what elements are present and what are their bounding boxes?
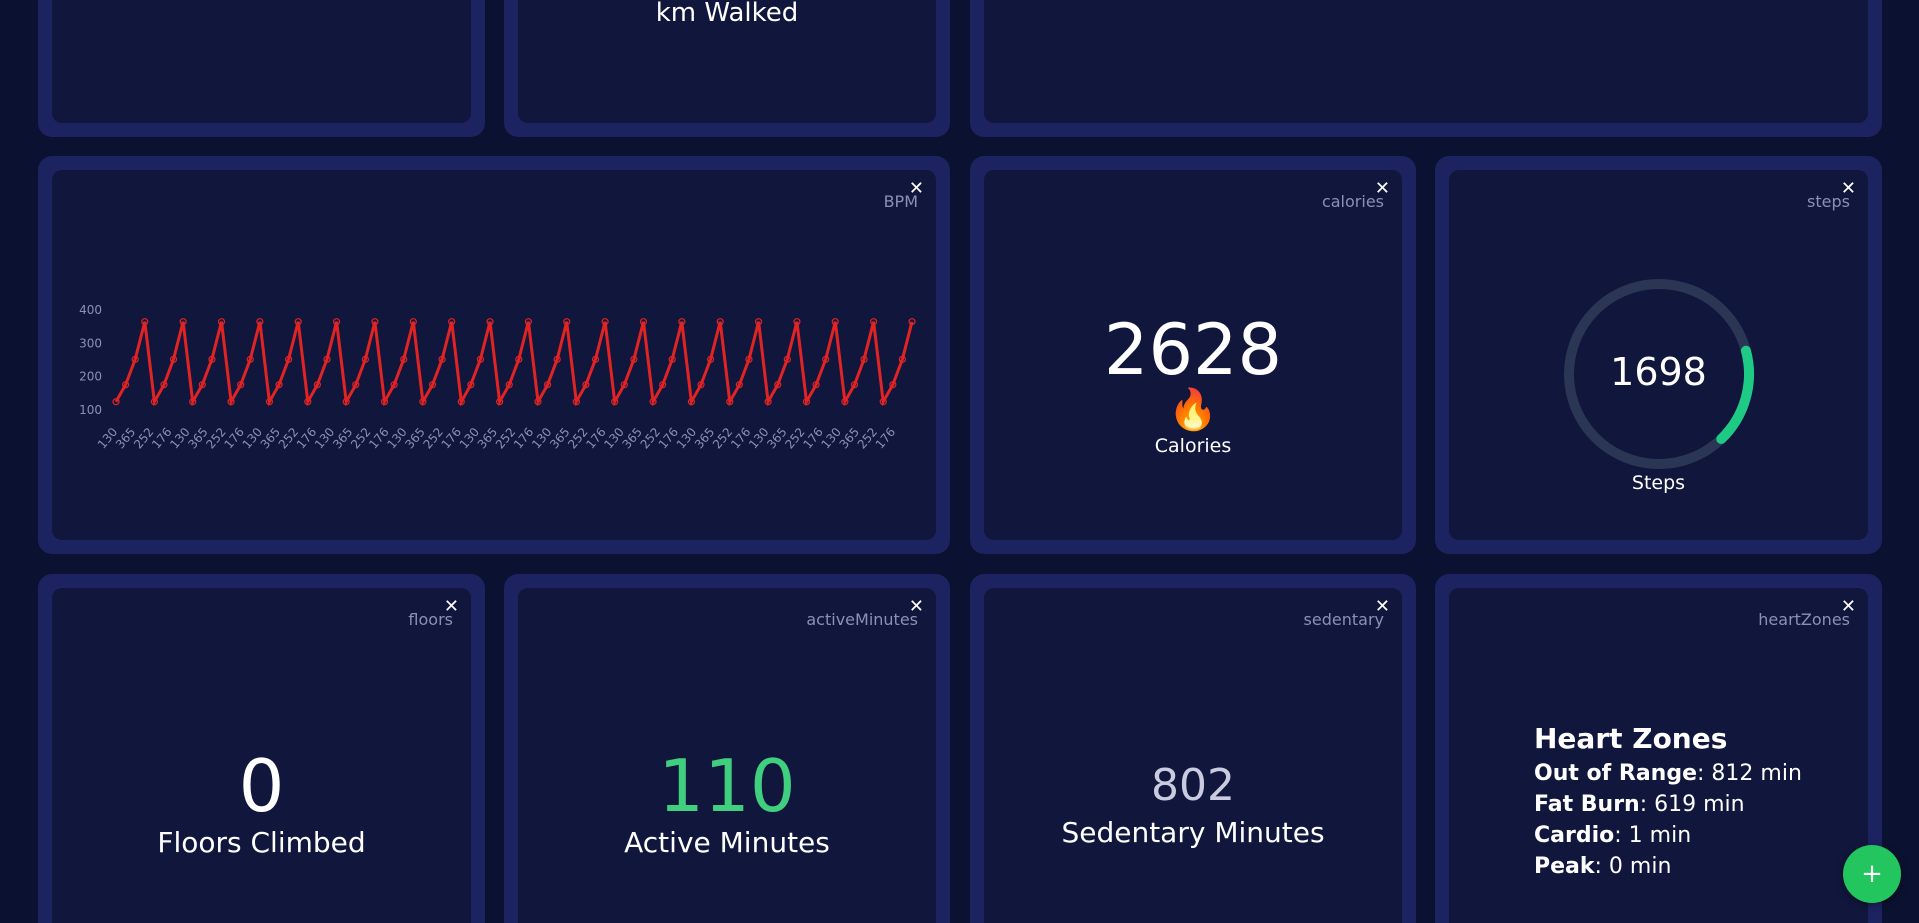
km-walked-label: km Walked (655, 0, 799, 28)
active-minutes-card: ✕ activeMinutes 110 Active Minutes (504, 574, 950, 923)
calories-card-inner: ✕ calories 2628 🔥 Calories (984, 170, 1402, 540)
top-card-1-inner (52, 0, 471, 123)
top-card-km: km Walked (504, 0, 950, 137)
zone-row: Fat Burn: 619 min (1534, 792, 1802, 817)
top-card-wide (970, 0, 1882, 137)
floors-label: Floors Climbed (157, 826, 366, 859)
zone-value: : 619 min (1639, 792, 1745, 817)
steps-card: ✕ steps 1698 Steps (1435, 156, 1882, 554)
zone-value: : 812 min (1697, 761, 1802, 786)
sedentary-card: ✕ sedentary 802 Sedentary Minutes (970, 574, 1416, 923)
calories-tag: calories (1321, 192, 1384, 211)
zone-name: Cardio (1534, 823, 1615, 848)
active-minutes-card-inner: ✕ activeMinutes 110 Active Minutes (518, 588, 936, 923)
zone-row: Out of Range: 812 min (1534, 761, 1802, 786)
bpm-series-line (114, 321, 914, 407)
steps-label: Steps (1631, 472, 1686, 494)
sedentary-tag: sedentary (1303, 610, 1384, 629)
bpm-card: ✕ BPM 100 200 300 400 130 365 252 176 130 365 252 1… (38, 156, 950, 554)
zone-row: Cardio: 1 min (1534, 823, 1802, 848)
calories-card: ✕ calories 2628 🔥 Calories (970, 156, 1416, 554)
x-tick-label: 176 (873, 425, 898, 452)
floors-card-inner: ✕ floors 0 Floors Climbed (52, 588, 471, 923)
steps-card-inner: ✕ steps 1698 Steps (1449, 170, 1868, 540)
zone-name: Out of Range (1534, 761, 1698, 786)
fire-icon: 🔥 (1168, 387, 1218, 433)
steps-value: 1698 (1610, 350, 1707, 394)
bpm-card-inner: ✕ BPM 100 200 300 400 130 365 252 176 130 365 252 1… (52, 170, 936, 540)
y-tick-label: 400 (79, 303, 102, 317)
sedentary-label: Sedentary Minutes (1061, 816, 1325, 849)
heart-zones-card: ✕ heartZones Heart Zones Out of Range: 8… (1435, 574, 1882, 923)
floors-value: 0 (238, 744, 285, 828)
zone-value: : 0 min (1594, 854, 1672, 879)
calories-label: Calories (1154, 435, 1232, 457)
heart-zones-card-inner: ✕ heartZones Heart Zones Out of Range: 8… (1449, 588, 1868, 923)
top-card-km-inner: km Walked (518, 0, 936, 123)
sedentary-card-inner: ✕ sedentary 802 Sedentary Minutes (984, 588, 1402, 923)
floors-card: ✕ floors 0 Floors Climbed (38, 574, 485, 923)
bpm-chart: 1002003004001303652521761303652521761303… (79, 303, 916, 452)
top-card-wide-inner (984, 0, 1868, 123)
active-minutes-tag: activeMinutes (806, 610, 918, 629)
y-tick-label: 300 (79, 336, 102, 350)
zone-row: Peak: 0 min (1534, 854, 1802, 879)
heart-zones-title: Heart Zones (1534, 722, 1728, 755)
heart-zones-tag: heartZones (1758, 610, 1850, 629)
heart-zones-list: Heart Zones Out of Range: 812 min Fat Bu… (1534, 722, 1802, 879)
active-minutes-label: Active Minutes (624, 826, 830, 859)
active-minutes-value: 110 (658, 744, 796, 828)
add-widget-button[interactable]: + (1843, 845, 1901, 903)
zone-name: Fat Burn (1534, 792, 1640, 817)
top-card-1 (38, 0, 485, 137)
sedentary-value: 802 (1151, 760, 1235, 811)
steps-tag: steps (1807, 192, 1850, 211)
calories-value: 2628 (1103, 309, 1283, 391)
y-tick-label: 100 (79, 403, 102, 417)
floors-tag: floors (408, 610, 453, 629)
zone-name: Peak (1534, 854, 1595, 879)
zone-value: : 1 min (1614, 823, 1692, 848)
y-tick-label: 200 (79, 370, 102, 384)
